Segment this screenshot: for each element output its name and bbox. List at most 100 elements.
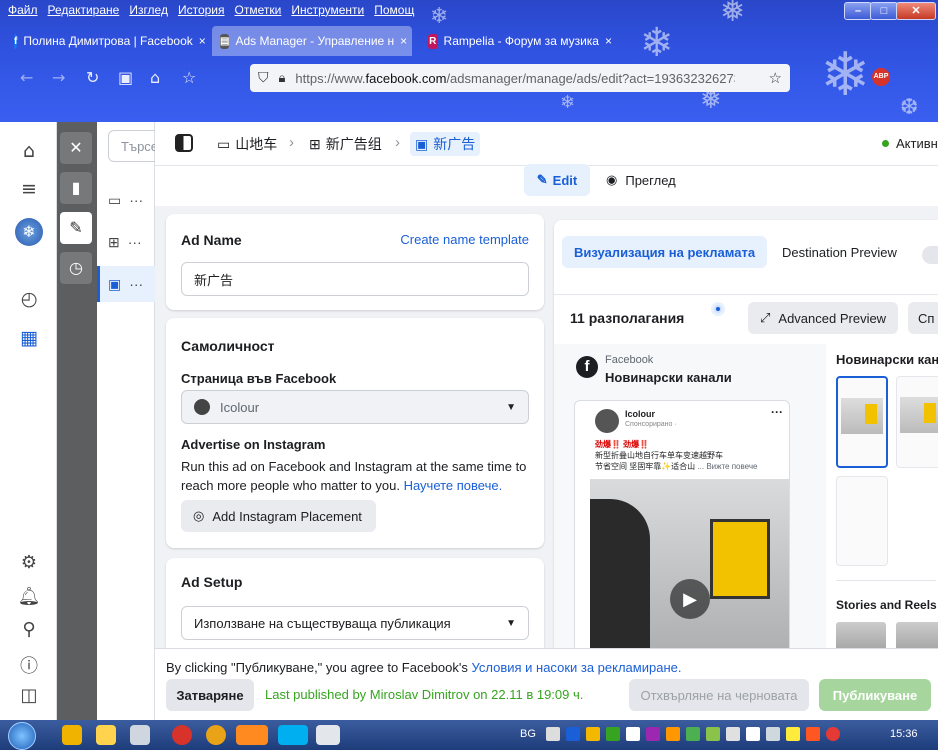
collapse-panel-icon[interactable] — [175, 134, 193, 152]
ads-table-icon[interactable]: ▦ — [17, 327, 41, 349]
menu-tools[interactable]: Инструменти — [291, 3, 364, 17]
menu-history[interactable]: История — [178, 3, 225, 17]
url-bar[interactable]: ⛉ 🔒︎ https://www.facebook.com/adsmanager… — [250, 64, 790, 92]
tray-icon[interactable] — [546, 727, 560, 741]
menu-view[interactable]: Изглед — [129, 3, 168, 17]
terms-link[interactable]: Условия и насоки за рекламиране. — [471, 660, 681, 675]
close-editor-icon[interactable]: ✕ — [60, 132, 92, 164]
maximize-button[interactable]: □ — [870, 2, 898, 20]
dashboard-gauge-icon[interactable]: ◴ — [17, 288, 41, 310]
tree-item-adset[interactable]: ⊞ ··· — [97, 224, 155, 260]
tab-ad-preview[interactable]: Визуализация на рекламата — [562, 236, 768, 268]
home-icon[interactable]: ⌂ — [150, 68, 160, 87]
more-icon[interactable]: ··· — [129, 276, 143, 292]
help-icon[interactable]: ⓘ — [17, 652, 41, 678]
reload-icon[interactable]: ↻ — [86, 68, 99, 87]
publish-button[interactable]: Публикуване — [819, 679, 931, 711]
advanced-preview-button[interactable]: ⤢ Advanced Preview — [748, 302, 899, 334]
edit-pencil-icon[interactable]: ✎ — [60, 212, 92, 244]
reader-icon[interactable]: ▣ — [118, 68, 133, 87]
taskbar-app-icon[interactable] — [62, 725, 82, 745]
close-button[interactable]: Затваряне — [166, 679, 254, 711]
menu-file[interactable]: Файл — [8, 3, 38, 17]
create-name-template-link[interactable]: Create name template — [400, 232, 529, 247]
history-clock-icon[interactable]: ◷ — [60, 252, 92, 284]
tray-icon[interactable] — [806, 727, 820, 741]
tray-icon[interactable] — [686, 727, 700, 741]
tray-icon[interactable] — [626, 727, 640, 741]
add-instagram-placement-button[interactable]: ◎ Add Instagram Placement — [181, 500, 376, 532]
tray-icon[interactable] — [566, 727, 580, 741]
menu-bookmarks[interactable]: Отметки — [235, 3, 282, 17]
lock-icon[interactable]: 🔒︎ — [279, 71, 286, 86]
placement-thumb[interactable] — [896, 376, 938, 468]
tab-close-icon[interactable]: × — [605, 34, 612, 48]
home-icon[interactable]: ⌂ — [17, 140, 41, 162]
learn-more-link[interactable]: Научете повече. — [404, 478, 503, 493]
edit-mode-button[interactable]: ✎ Edit — [524, 164, 590, 196]
play-icon[interactable]: ▶ — [670, 579, 710, 619]
tray-icon[interactable] — [586, 727, 600, 741]
bookmark-star-icon[interactable]: ☆ — [182, 68, 196, 87]
tray-icon[interactable] — [706, 727, 720, 741]
preview-mode-button[interactable]: ◉ Преглед — [606, 164, 676, 196]
notifications-bell-icon[interactable]: 🔔︎ — [17, 586, 41, 607]
tray-icon[interactable] — [746, 727, 760, 741]
search-icon[interactable]: ⚲ — [17, 619, 41, 640]
account-avatar[interactable]: ❄ — [15, 218, 43, 246]
minimize-button[interactable]: – — [844, 2, 872, 20]
taskbar-folder-icon[interactable] — [96, 725, 116, 745]
tree-item-campaign[interactable]: ▭ ··· — [97, 182, 155, 218]
tray-icon[interactable] — [766, 727, 780, 741]
tray-icon[interactable] — [646, 727, 660, 741]
shield-icon[interactable]: ⛉ — [258, 70, 269, 86]
breadcrumb-ad[interactable]: ▣ 新广告 — [410, 132, 481, 156]
share-button[interactable]: Сп — [908, 302, 938, 334]
report-issue-icon[interactable]: ◫ — [17, 685, 41, 706]
tray-icon[interactable] — [606, 727, 620, 741]
charts-icon[interactable]: ▮ — [60, 172, 92, 204]
start-button[interactable] — [8, 722, 36, 750]
taskbar-chrome-icon[interactable] — [206, 725, 226, 745]
tray-icon[interactable] — [666, 727, 680, 741]
discard-draft-button[interactable]: Отхвърляне на черновата — [629, 679, 809, 711]
close-window-button[interactable]: ✕ — [896, 2, 936, 20]
tray-icon[interactable] — [726, 727, 740, 741]
taskbar-app-icon[interactable] — [316, 725, 340, 745]
ad-setup-select[interactable]: Използване на съществуваща публикация ▼ — [181, 606, 529, 640]
facebook-page-select[interactable]: Icolour ▼ — [181, 390, 529, 424]
tab-destination-preview[interactable]: Destination Preview — [770, 236, 909, 268]
see-more-link[interactable]: ... Вижте повече — [697, 462, 757, 471]
clock[interactable]: 15:36 — [890, 728, 918, 740]
tab-close-icon[interactable]: × — [199, 34, 206, 48]
tab-facebook[interactable]: f Полина Димитрова | Facebook × — [6, 26, 206, 56]
placement-thumb[interactable] — [836, 476, 888, 566]
bookmark-page-icon[interactable]: ☆ — [769, 69, 782, 87]
back-icon[interactable]: ← — [20, 68, 33, 87]
taskbar-firefox-icon[interactable] — [236, 725, 268, 745]
placement-thumb-selected[interactable] — [836, 376, 888, 468]
breadcrumb-campaign[interactable]: ▭ 山地车 — [217, 134, 277, 154]
url-text[interactable]: https://www.facebook.com/adsmanager/mana… — [295, 71, 735, 86]
more-icon[interactable]: ··· — [129, 192, 143, 208]
taskbar-opera-icon[interactable] — [172, 725, 192, 745]
breadcrumb-adset[interactable]: ⊞ 新广告组 — [309, 134, 382, 154]
forward-icon[interactable]: → — [52, 68, 65, 87]
tree-item-ad[interactable]: ▣ ··· — [97, 266, 155, 302]
ad-name-input[interactable]: 新广告 — [181, 262, 529, 296]
tab-rampelia[interactable]: R Rampelia - Форум за музика × — [420, 26, 620, 56]
taskbar-media-icon[interactable] — [130, 725, 150, 745]
tray-icon[interactable] — [826, 727, 840, 741]
tab-ads-manager[interactable]: ▤ Ads Manager - Управление н × — [212, 26, 412, 56]
menu-icon[interactable]: ≡ — [17, 178, 41, 200]
taskbar-skype-icon[interactable] — [278, 725, 308, 745]
tab-close-icon[interactable]: × — [400, 34, 407, 48]
language-indicator[interactable]: BG — [520, 728, 536, 740]
post-more-icon[interactable]: ··· — [771, 405, 783, 419]
more-icon[interactable]: ··· — [128, 234, 142, 250]
menu-edit[interactable]: Редактиране — [48, 3, 120, 17]
adblock-icon[interactable]: ABP — [872, 68, 890, 86]
tray-icon[interactable] — [786, 727, 800, 741]
settings-icon[interactable]: ⚙ — [17, 552, 41, 573]
menu-help[interactable]: Помощ — [374, 3, 414, 17]
